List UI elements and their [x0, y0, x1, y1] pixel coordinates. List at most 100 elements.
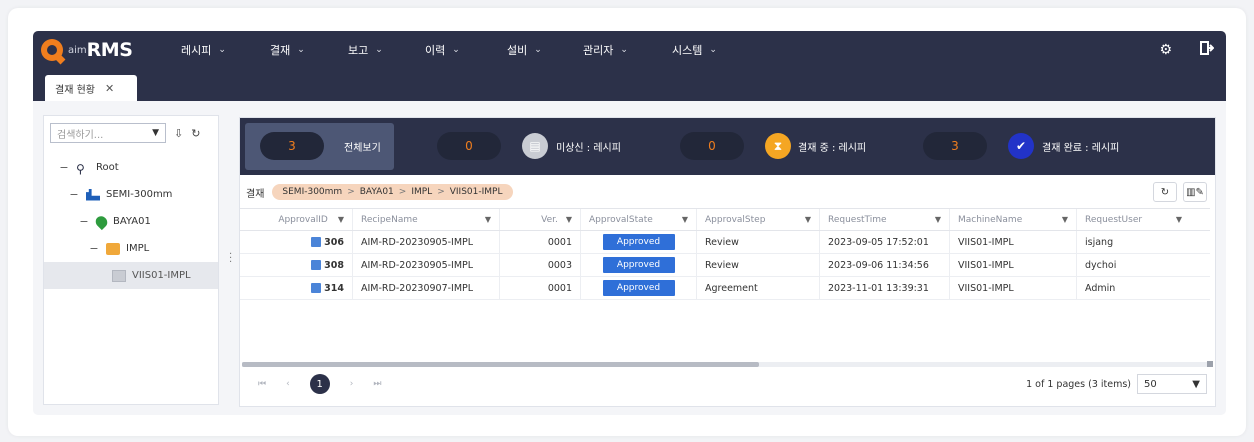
document-link-icon[interactable] [311, 237, 322, 247]
table-row[interactable]: 314 AIM-RD-20230907-IMPL 0001 Approved A… [240, 277, 1210, 300]
location-pin-icon [93, 213, 110, 230]
page-info: 1 of 1 pages (3 items) 50 ▼ [1026, 374, 1207, 394]
menu-equipment[interactable]: 설비 ⌄ [507, 42, 583, 58]
column-header-approvalstate[interactable]: ApprovalState ▼ [581, 209, 697, 230]
cell-approvalid[interactable]: 314 [240, 277, 353, 299]
app-logo[interactable]: aim RMS [41, 39, 181, 61]
stat-all-label[interactable]: 전체보기 [344, 132, 381, 160]
menu-history[interactable]: 이력 ⌄ [425, 42, 507, 58]
menu-recipe[interactable]: 레시피 ⌄ [181, 42, 270, 58]
tree-node-root[interactable]: − ⚲ Root [44, 154, 218, 181]
menu-system[interactable]: 시스템 ⌄ [672, 42, 752, 58]
chevron-down-icon: ⌄ [534, 45, 542, 55]
tab-approval-status[interactable]: 결재 현황 ✕ [45, 75, 137, 101]
document-link-icon[interactable] [311, 283, 322, 293]
page-size-select[interactable]: 50 ▼ [1137, 374, 1207, 394]
factory-icon [86, 188, 100, 201]
cell-approvalid[interactable]: 306 [240, 231, 353, 253]
stat-unsubmitted-label[interactable]: 미상신 : 레시피 [556, 132, 621, 160]
search-placeholder: 검색하기... [57, 129, 104, 141]
stat-all-count[interactable]: 3 [260, 132, 324, 160]
menu-admin[interactable]: 관리자 ⌄ [583, 42, 672, 58]
menu-system-label: 시스템 [672, 44, 703, 57]
filter-icon[interactable]: ▼ [935, 215, 941, 224]
table-row[interactable]: 308 AIM-RD-20230905-IMPL 0003 Approved R… [240, 254, 1210, 277]
app-window: aim RMS 레시피 ⌄ 결재 ⌄ 보고 ⌄ 이력 ⌄ 설비 ⌄ 관리자 ⌄ 시스템 ⌄ ⚙… [33, 31, 1226, 415]
filter-icon[interactable]: ▼ [682, 215, 688, 224]
tree-toggle[interactable]: − [68, 188, 80, 201]
tab-bar: 결재 현황 ✕ [33, 69, 1226, 101]
stat-completed-label[interactable]: 결재 완료 : 레시피 [1042, 132, 1119, 160]
chevron-down-icon: ⌄ [218, 45, 226, 55]
scrollbar-thumb[interactable] [242, 362, 759, 367]
filter-icon[interactable]: ▼ [1176, 215, 1182, 224]
collapse-all-icon[interactable]: ⇩ [174, 127, 183, 140]
filter-icon[interactable]: ▼ [1062, 215, 1068, 224]
gear-icon[interactable]: ⚙ [1159, 42, 1172, 58]
menu-approval[interactable]: 결재 ⌄ [270, 42, 348, 58]
cell-approvalid[interactable]: 308 [240, 254, 353, 276]
tree-toggle[interactable]: − [58, 161, 70, 174]
first-page-button[interactable]: ⏮ [258, 379, 266, 389]
stat-in-progress-label[interactable]: 결재 중 : 레시피 [798, 132, 866, 160]
tree-search-row: 검색하기... ▼ ⇩ ↻ [44, 116, 218, 150]
column-header-ver[interactable]: Ver. ▼ [500, 209, 581, 230]
breadcrumb-separator: > [398, 187, 407, 197]
menu-report[interactable]: 보고 ⌄ [348, 42, 425, 58]
column-header-requestuser[interactable]: RequestUser ▼ [1077, 209, 1190, 230]
refresh-icon[interactable]: ↻ [191, 127, 200, 140]
tree-node-label: VIIS01-IMPL [132, 270, 191, 281]
tree-node-viis01-impl[interactable]: VIIS01-IMPL [44, 262, 218, 289]
stat-unsubmitted-count[interactable]: 0 [437, 132, 501, 160]
page-size-value: 50 [1144, 378, 1157, 390]
breadcrumb-item[interactable]: BAYA01 [360, 187, 394, 197]
table-row[interactable]: 306 AIM-RD-20230905-IMPL 0001 Approved R… [240, 231, 1210, 254]
cell-approvalstate: Approved [581, 254, 697, 276]
approval-id: 308 [324, 259, 344, 271]
tree-search-input[interactable]: 검색하기... ▼ [50, 123, 166, 143]
tree-node-impl[interactable]: − IMPL [44, 235, 218, 262]
stat-in-progress-count[interactable]: 0 [680, 132, 744, 160]
close-icon[interactable]: ✕ [105, 82, 114, 95]
tree-node-semi-300mm[interactable]: − SEMI-300mm [44, 181, 218, 208]
filter-icon[interactable]: ▼ [485, 215, 491, 224]
document-link-icon[interactable] [311, 260, 322, 270]
tree-node-label: BAYA01 [113, 216, 151, 227]
breadcrumb-separator: > [347, 187, 355, 197]
panel-splitter[interactable]: · · · [229, 250, 232, 268]
breadcrumb-path: SEMI-300mm > BAYA01 > IMPL > VIIS01-IMPL [272, 184, 513, 200]
column-header-approvalid[interactable]: ApprovalID ▼ [240, 209, 353, 230]
column-header-recipename[interactable]: RecipeName ▼ [353, 209, 500, 230]
cell-machinename: VIIS01-IMPL [950, 277, 1077, 299]
logout-icon[interactable] [1200, 41, 1215, 59]
column-chooser-button[interactable]: ▥✎ [1183, 182, 1207, 202]
cell-ver: 0001 [500, 277, 581, 299]
cell-requestuser: dychoi [1085, 259, 1117, 271]
current-page-button[interactable]: 1 [309, 374, 330, 394]
refresh-button[interactable]: ↻ [1153, 182, 1177, 202]
cell-recipename: AIM-RD-20230907-IMPL [353, 277, 500, 299]
horizontal-scrollbar[interactable] [242, 362, 1207, 367]
next-page-button[interactable]: › [350, 379, 354, 389]
breadcrumb-item[interactable]: VIIS01-IMPL [450, 187, 503, 197]
main-panel: 3 전체보기 0 ▤ 미상신 : 레시피 0 ⧗ 결재 중 : 레시피 3 ✔ … [239, 117, 1216, 407]
filter-icon[interactable]: ▼ [566, 215, 572, 224]
column-header-machinename[interactable]: MachineName ▼ [950, 209, 1077, 230]
column-header-label: Ver. [541, 214, 558, 225]
cell-requestuser: Admin [1085, 282, 1116, 294]
logo-big-text: RMS [86, 39, 133, 61]
cell-recipename: AIM-RD-20230905-IMPL [353, 231, 500, 253]
column-header-approvalstep[interactable]: ApprovalStep ▼ [697, 209, 820, 230]
last-page-button[interactable]: ⏭ [373, 379, 381, 389]
filter-icon[interactable]: ▼ [805, 215, 811, 224]
breadcrumb-item[interactable]: SEMI-300mm [282, 187, 342, 197]
column-header-requesttime[interactable]: RequestTime ▼ [820, 209, 950, 230]
stat-completed-count[interactable]: 3 [923, 132, 987, 160]
shield-check-icon: ✔ [1008, 133, 1034, 159]
tree-toggle[interactable]: − [88, 242, 100, 255]
filter-icon[interactable]: ▼ [338, 215, 344, 224]
tree-node-baya01[interactable]: − BAYA01 [44, 208, 218, 235]
breadcrumb-item[interactable]: IMPL [411, 187, 432, 197]
tree-toggle[interactable]: − [78, 215, 90, 228]
prev-page-button[interactable]: ‹ [286, 379, 290, 389]
